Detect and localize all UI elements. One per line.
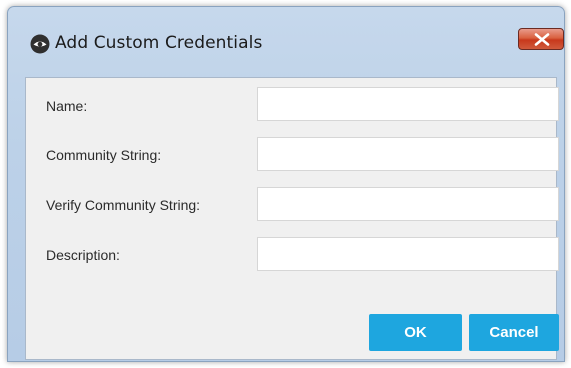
community-string-label: Community String: (46, 147, 162, 163)
name-field[interactable] (257, 87, 559, 121)
close-icon (534, 33, 550, 46)
dialog-body: Name: Community String: Verify Community… (25, 77, 559, 360)
eye-icon (30, 34, 50, 54)
dialog-titlebar[interactable]: Add Custom Credentials (8, 7, 564, 81)
cancel-button[interactable]: Cancel (469, 314, 559, 351)
close-button[interactable] (518, 28, 564, 50)
ok-button[interactable]: OK (369, 314, 462, 351)
description-label: Description: (46, 247, 120, 263)
community-string-field[interactable] (257, 137, 559, 171)
verify-community-string-field[interactable] (257, 187, 559, 221)
dialog-title: Add Custom Credentials (55, 33, 263, 53)
name-label: Name: (46, 98, 88, 114)
add-custom-credentials-dialog: Add Custom Credentials Name: Community S… (7, 6, 565, 362)
description-field[interactable] (257, 237, 559, 271)
verify-community-string-label: Verify Community String: (46, 197, 201, 213)
